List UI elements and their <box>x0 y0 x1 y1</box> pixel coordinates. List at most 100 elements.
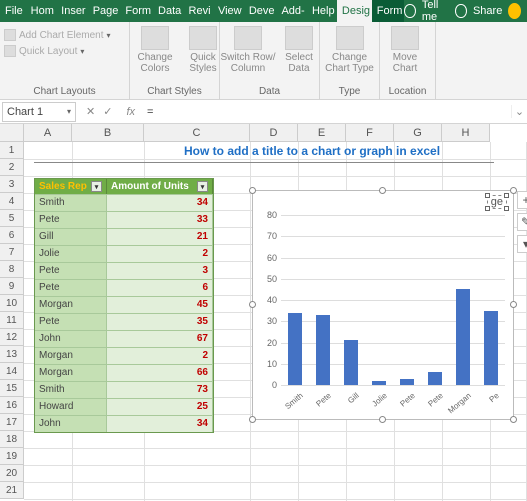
tab-data[interactable]: Data <box>153 0 184 22</box>
table-row[interactable]: Morgan45 <box>35 296 213 313</box>
cell-value[interactable]: 21 <box>107 228 213 245</box>
cell-name[interactable]: Pete <box>35 262 107 279</box>
feedback-icon[interactable] <box>508 3 521 19</box>
row-header[interactable]: 1 <box>0 142 24 159</box>
col-header-sales-rep[interactable]: Sales Rep▾ <box>35 179 107 194</box>
filter-icon[interactable]: ▾ <box>91 181 102 192</box>
quick-styles[interactable]: Quick Styles <box>182 24 224 76</box>
col-header[interactable]: D <box>250 124 298 142</box>
cell-value[interactable]: 3 <box>107 262 213 279</box>
tab-review[interactable]: Revi <box>184 0 213 22</box>
table-row[interactable]: Pete6 <box>35 279 213 296</box>
bar[interactable] <box>372 381 386 385</box>
table-row[interactable]: Morgan66 <box>35 364 213 381</box>
row-header[interactable]: 6 <box>0 227 24 244</box>
table-row[interactable]: Howard25 <box>35 398 213 415</box>
table-row[interactable]: Pete3 <box>35 262 213 279</box>
col-header[interactable]: B <box>72 124 144 142</box>
table-row[interactable]: Gill21 <box>35 228 213 245</box>
expand-formula-icon[interactable]: ⌄ <box>511 105 527 118</box>
filter-icon[interactable]: ▾ <box>197 181 208 192</box>
row-header[interactable]: 18 <box>0 431 24 448</box>
row-header[interactable]: 5 <box>0 210 24 227</box>
cell-value[interactable]: 66 <box>107 364 213 381</box>
cell-name[interactable]: Morgan <box>35 347 107 364</box>
change-chart-type[interactable]: Change Chart Type <box>324 24 375 76</box>
chart-title-editor[interactable]: ge <box>487 195 507 209</box>
cell-value[interactable]: 2 <box>107 245 213 262</box>
tab-addins[interactable]: Add- <box>276 0 307 22</box>
row-header[interactable]: 3 <box>0 176 24 193</box>
table-row[interactable]: Morgan2 <box>35 347 213 364</box>
bar[interactable] <box>428 372 442 385</box>
row-header[interactable]: 16 <box>0 397 24 414</box>
tab-developer[interactable]: Deve <box>244 0 277 22</box>
tab-design[interactable]: Desig <box>337 0 372 22</box>
cell-value[interactable]: 34 <box>107 415 213 432</box>
cell-value[interactable]: 2 <box>107 347 213 364</box>
cell-name[interactable]: Gill <box>35 228 107 245</box>
cell-value[interactable]: 35 <box>107 313 213 330</box>
row-header[interactable]: 20 <box>0 465 24 482</box>
col-header-amount[interactable]: Amount of Units▾ <box>107 179 213 194</box>
col-header[interactable]: E <box>298 124 346 142</box>
fx-icon[interactable]: fx <box>120 106 141 118</box>
tab-insert[interactable]: Inser <box>56 0 88 22</box>
bar[interactable] <box>316 315 330 385</box>
row-header[interactable]: 13 <box>0 346 24 363</box>
cell-name[interactable]: Morgan <box>35 364 107 381</box>
formula-input[interactable]: = <box>141 106 511 118</box>
quick-layout[interactable]: Quick Layout▾ <box>4 44 84 58</box>
cell-name[interactable]: Smith <box>35 381 107 398</box>
table-row[interactable]: John34 <box>35 415 213 432</box>
resize-handle[interactable] <box>510 187 517 194</box>
tab-home[interactable]: Hom <box>26 0 57 22</box>
cell-name[interactable]: Howard <box>35 398 107 415</box>
cell-grid[interactable]: How to add a title to a chart or graph i… <box>24 142 527 501</box>
tab-format[interactable]: Form <box>372 0 405 22</box>
select-all-corner[interactable] <box>0 124 24 142</box>
row-header[interactable]: 21 <box>0 482 24 499</box>
add-chart-element[interactable]: Add Chart Element▾ <box>4 28 111 42</box>
change-colors[interactable]: Change Colors <box>134 24 176 76</box>
cell-value[interactable]: 25 <box>107 398 213 415</box>
row-header[interactable]: 9 <box>0 278 24 295</box>
cell-name[interactable]: John <box>35 415 107 432</box>
tell-me[interactable]: Tell me <box>422 0 450 23</box>
resize-handle[interactable] <box>249 416 256 423</box>
tab-view[interactable]: View <box>213 0 244 22</box>
bar[interactable] <box>456 289 470 385</box>
resize-handle[interactable] <box>379 187 386 194</box>
cell-value[interactable]: 6 <box>107 279 213 296</box>
cell-value[interactable]: 33 <box>107 211 213 228</box>
tab-page[interactable]: Page <box>88 0 121 22</box>
table-row[interactable]: Pete35 <box>35 313 213 330</box>
cell-name[interactable]: Pete <box>35 313 107 330</box>
resize-handle[interactable] <box>249 301 256 308</box>
bar[interactable] <box>484 311 498 385</box>
cell-name[interactable]: John <box>35 330 107 347</box>
row-header[interactable]: 11 <box>0 312 24 329</box>
switch-row-col[interactable]: Switch Row/ Column <box>224 24 272 76</box>
cell-value[interactable]: 45 <box>107 296 213 313</box>
data-table[interactable]: Sales Rep▾ Amount of Units▾ Smith34Pete3… <box>34 178 214 433</box>
col-header[interactable]: C <box>144 124 250 142</box>
cell-value[interactable]: 67 <box>107 330 213 347</box>
cell-name[interactable]: Smith <box>35 194 107 211</box>
cell-value[interactable]: 73 <box>107 381 213 398</box>
col-header[interactable]: F <box>346 124 394 142</box>
resize-handle[interactable] <box>249 187 256 194</box>
resize-handle[interactable] <box>510 416 517 423</box>
table-row[interactable]: Jolie2 <box>35 245 213 262</box>
row-header[interactable]: 10 <box>0 295 24 312</box>
enter-icon[interactable]: ✓ <box>103 105 112 118</box>
row-header[interactable]: 12 <box>0 329 24 346</box>
chart-elements-button[interactable]: + <box>517 191 527 209</box>
cell-value[interactable]: 34 <box>107 194 213 211</box>
plot-area[interactable]: 01020304050607080SmithPeteGillJoliePeteP… <box>281 215 505 385</box>
name-box[interactable]: Chart 1▾ <box>2 102 76 122</box>
row-header[interactable]: 15 <box>0 380 24 397</box>
row-header[interactable]: 4 <box>0 193 24 210</box>
tab-help[interactable]: Help <box>307 0 337 22</box>
chart-filter-button[interactable]: ▾ <box>517 235 527 253</box>
